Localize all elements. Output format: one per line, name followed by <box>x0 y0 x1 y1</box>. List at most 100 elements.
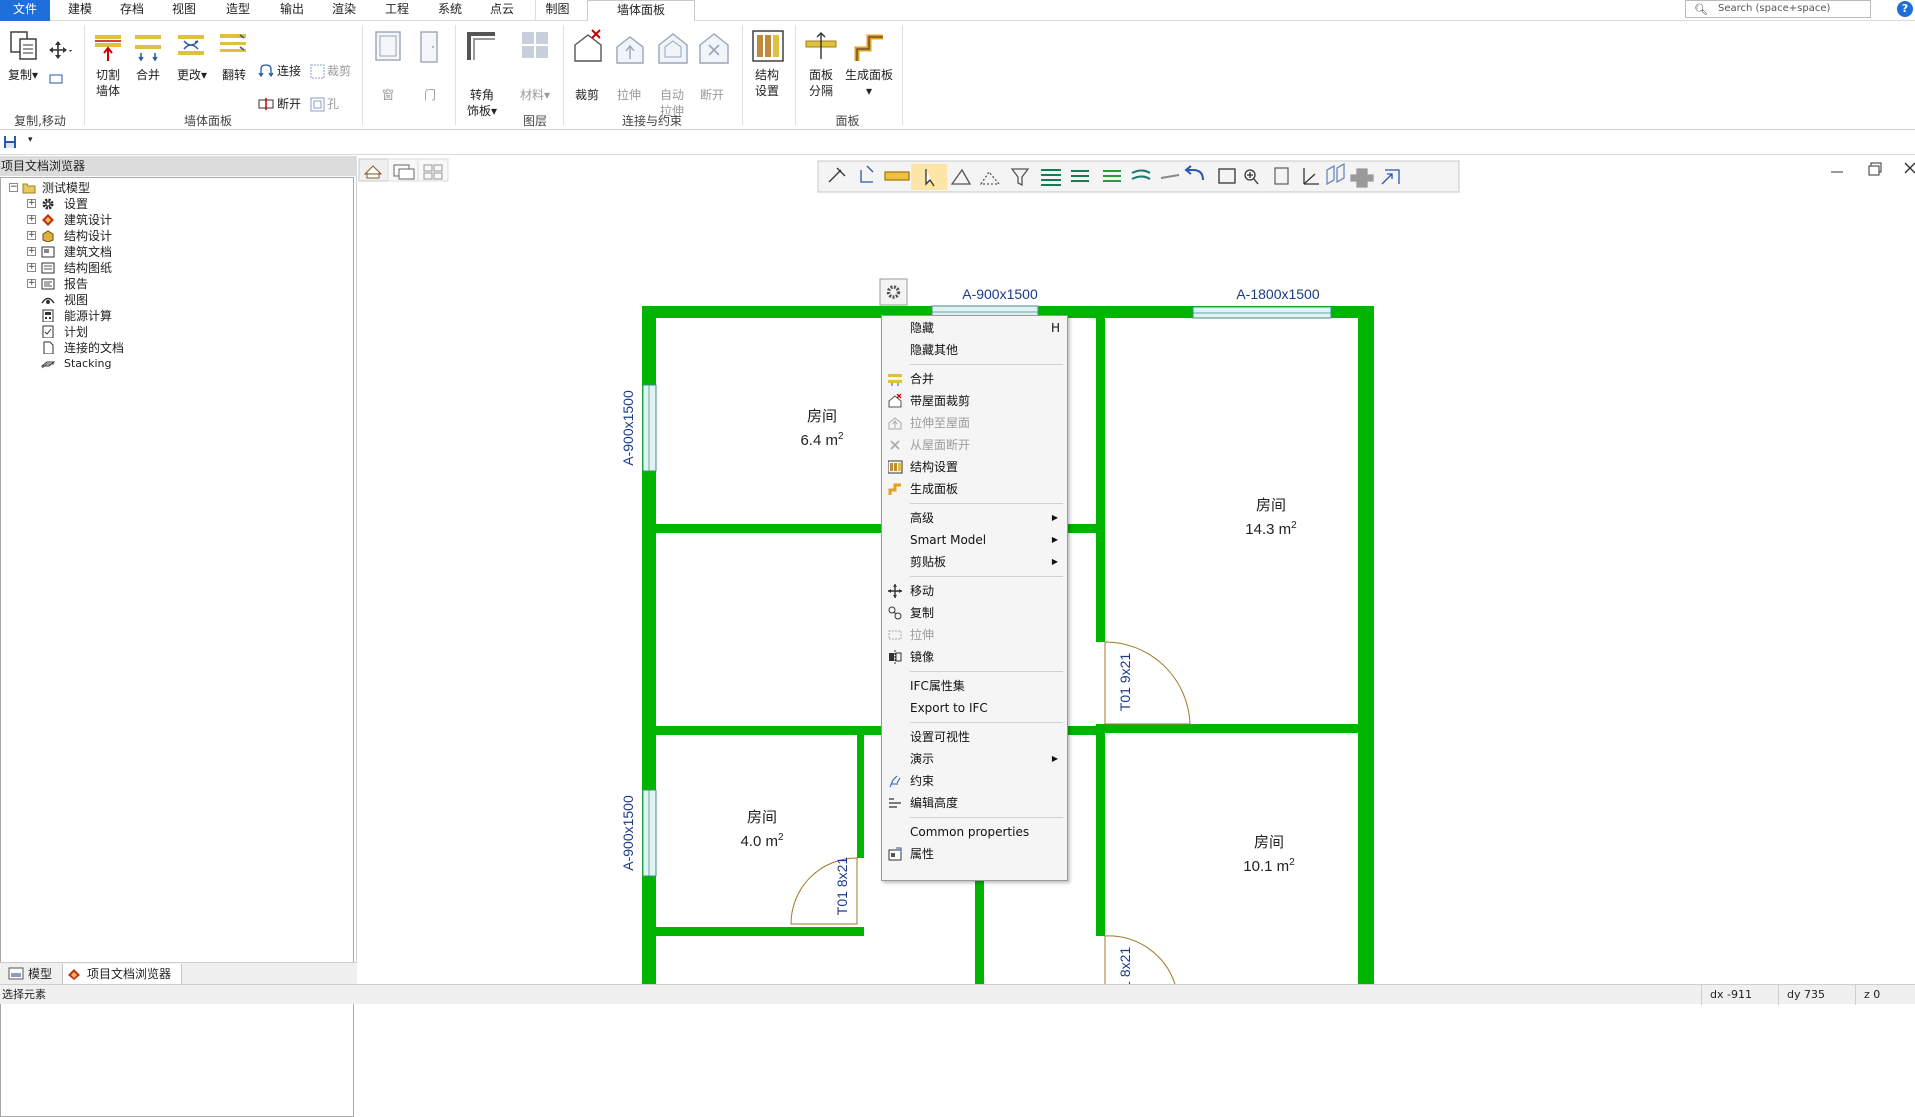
drawing-viewport[interactable]: A-900x1500 A-1800x1500 A-900x1500 A-900x… <box>357 156 1915 984</box>
generate-panel-icon <box>854 34 883 61</box>
cut-wall-button[interactable]: 切割 墙体 <box>88 67 128 99</box>
auto-stretch-icon <box>658 33 688 64</box>
tab-project-browser[interactable]: 项目文档浏览器 <box>62 964 182 985</box>
tree-item-struct-drawings[interactable]: + 结构图纸 <box>27 260 227 276</box>
menu-item-set-visibility[interactable]: 设置可视性 <box>883 726 1066 748</box>
tree-collapse-icon[interactable]: − <box>9 183 18 192</box>
menu-item-common-properties[interactable]: Common properties <box>883 821 1066 843</box>
tree-item-stacking[interactable]: Stacking <box>41 356 241 372</box>
stacking-icon <box>41 361 55 369</box>
menu-item-generate-panel[interactable]: 生成面板 <box>883 478 1066 500</box>
panel-split-button[interactable]: 面板 分隔 <box>800 67 842 99</box>
menu-item-smart-model[interactable]: Smart Model ▶ <box>883 529 1066 551</box>
menu-item-ifc-property-set[interactable]: IFC属性集 <box>883 675 1066 697</box>
menu-item-hide-others[interactable]: 隐藏其他 <box>883 339 1066 361</box>
menu-item-trim-roof[interactable]: 带屋面裁剪 <box>883 390 1066 412</box>
tree-item-arch-docs[interactable]: + 建筑文档 <box>27 244 227 260</box>
tree-expand-icon[interactable]: + <box>27 279 36 288</box>
plan-icon <box>42 325 54 338</box>
tab-model[interactable]: 模型 <box>28 965 52 983</box>
connect-button[interactable]: 连接 <box>277 63 307 79</box>
group-copy-move: 复制,移动 <box>14 114 66 128</box>
help-button[interactable]: ? <box>1897 1 1913 17</box>
restore-button[interactable] <box>1863 160 1889 178</box>
menu-item-copy[interactable]: 复制 <box>883 602 1066 624</box>
tree-item-settings[interactable]: + 设置 <box>27 196 227 212</box>
flip-button[interactable]: 翻转 <box>214 67 254 83</box>
tree-item-linked-docs[interactable]: 连接的文档 <box>41 340 241 356</box>
properties-icon <box>888 847 902 861</box>
tab-shape[interactable]: 造型 <box>216 0 260 21</box>
qa-dropdown-icon[interactable]: ▾ <box>28 135 33 145</box>
stretch-icon <box>888 630 902 640</box>
menu-item-edit-height[interactable]: 编辑高度 <box>883 792 1066 814</box>
window-icon <box>375 31 401 61</box>
browser-tab-icon <box>68 969 80 980</box>
tab-wall-panel[interactable]: 墙体面板 <box>587 0 695 22</box>
tab-drawing[interactable]: 制图 <box>535 0 579 21</box>
tree-item-structure[interactable]: + 结构设计 <box>27 228 227 244</box>
menu-item-structure-settings[interactable]: 结构设置 <box>883 456 1066 478</box>
search-input[interactable]: 🔍︎ Search (space+space) <box>1685 0 1871 18</box>
break-roof-button[interactable]: 断开 <box>692 87 732 103</box>
break-roof-icon <box>699 33 729 64</box>
tree-item-views[interactable]: 视图 <box>41 292 241 308</box>
tree-expand-icon[interactable]: + <box>27 199 36 208</box>
context-settings-button[interactable] <box>879 278 908 306</box>
window-button[interactable]: 窗 <box>373 87 403 103</box>
break-button[interactable]: 断开 <box>277 96 307 112</box>
tab-project[interactable]: 工程 <box>375 0 419 21</box>
status-bar: 选择元素 dx -911 dy 735 z 0 <box>0 984 1915 1005</box>
copy-button[interactable]: 复制▾ <box>4 67 42 83</box>
menu-item-merge[interactable]: 合并 <box>883 368 1066 390</box>
tab-archive[interactable]: 存档 <box>110 0 154 21</box>
group-wall-panel: 墙体面板 <box>183 114 232 128</box>
menu-item-clipboard[interactable]: 剪贴板 ▶ <box>883 551 1066 573</box>
trim-small-button[interactable]: 裁剪 <box>327 63 357 79</box>
clipboard-icon[interactable] <box>49 74 63 84</box>
move-icon[interactable] <box>48 40 72 62</box>
merge-button[interactable]: 合并 <box>128 67 168 83</box>
tab-file[interactable]: 文件 <box>0 0 50 21</box>
door-button[interactable]: 门 <box>415 87 445 103</box>
tab-system[interactable]: 系统 <box>428 0 472 21</box>
tab-render[interactable]: 渲染 <box>322 0 366 21</box>
structure-settings-button[interactable]: 结构 设置 <box>746 67 788 99</box>
tree-item-architecture[interactable]: + 建筑设计 <box>27 212 227 228</box>
material-button[interactable]: 材料▾ <box>515 87 555 103</box>
tree-expand-icon[interactable]: + <box>27 263 36 272</box>
save-icon[interactable] <box>3 135 17 149</box>
menu-item-properties[interactable]: 属性 <box>883 843 1066 865</box>
tree-item-reports[interactable]: + 报告 <box>27 276 227 292</box>
menu-item-constraint[interactable]: 约束 <box>883 770 1066 792</box>
tree-expand-icon[interactable]: + <box>27 215 36 224</box>
menu-item-stretch-roof[interactable]: 拉伸至屋面 <box>883 412 1066 434</box>
tab-pointcloud[interactable]: 点云 <box>480 0 524 21</box>
trim-button[interactable]: 裁剪 <box>567 87 607 103</box>
close-button[interactable] <box>1904 162 1915 174</box>
tree-expand-icon[interactable]: + <box>27 247 36 256</box>
tree-item-root[interactable]: − 测试模型 <box>9 180 209 196</box>
room-name: 房间 <box>747 809 777 826</box>
menu-item-move[interactable]: 移动 <box>883 580 1066 602</box>
stretch-button[interactable]: 拉伸 <box>609 87 649 103</box>
menu-item-advanced[interactable]: 高级 ▶ <box>883 507 1066 529</box>
minimize-button[interactable] <box>1824 160 1850 178</box>
tree-item-energy[interactable]: 能源计算 <box>41 308 241 324</box>
tab-modeling[interactable]: 建模 <box>58 0 102 21</box>
menu-item-export-ifc[interactable]: Export to IFC <box>883 697 1066 719</box>
menu-item-presentation[interactable]: 演示 ▶ <box>883 748 1066 770</box>
tab-output[interactable]: 输出 <box>270 0 314 21</box>
floor-plan-canvas[interactable]: A-900x1500 A-1800x1500 A-900x1500 A-900x… <box>357 156 1915 984</box>
tree-expand-icon[interactable]: + <box>27 231 36 240</box>
hole-button[interactable]: 孔 <box>327 96 347 112</box>
tab-view[interactable]: 视图 <box>162 0 206 21</box>
menu-item-break-roof[interactable]: 从屋面断开 <box>883 434 1066 456</box>
menu-item-mirror[interactable]: 镜像 <box>883 646 1066 668</box>
copy-icon <box>888 606 902 620</box>
generate-panel-button[interactable]: 生成面板 ▾ <box>842 67 896 99</box>
menu-item-stretch[interactable]: 拉伸 <box>883 624 1066 646</box>
change-button[interactable]: 更改▾ <box>172 67 212 83</box>
tree-item-plan[interactable]: 计划 <box>41 324 241 340</box>
menu-item-hide[interactable]: 隐藏 H <box>883 317 1066 339</box>
